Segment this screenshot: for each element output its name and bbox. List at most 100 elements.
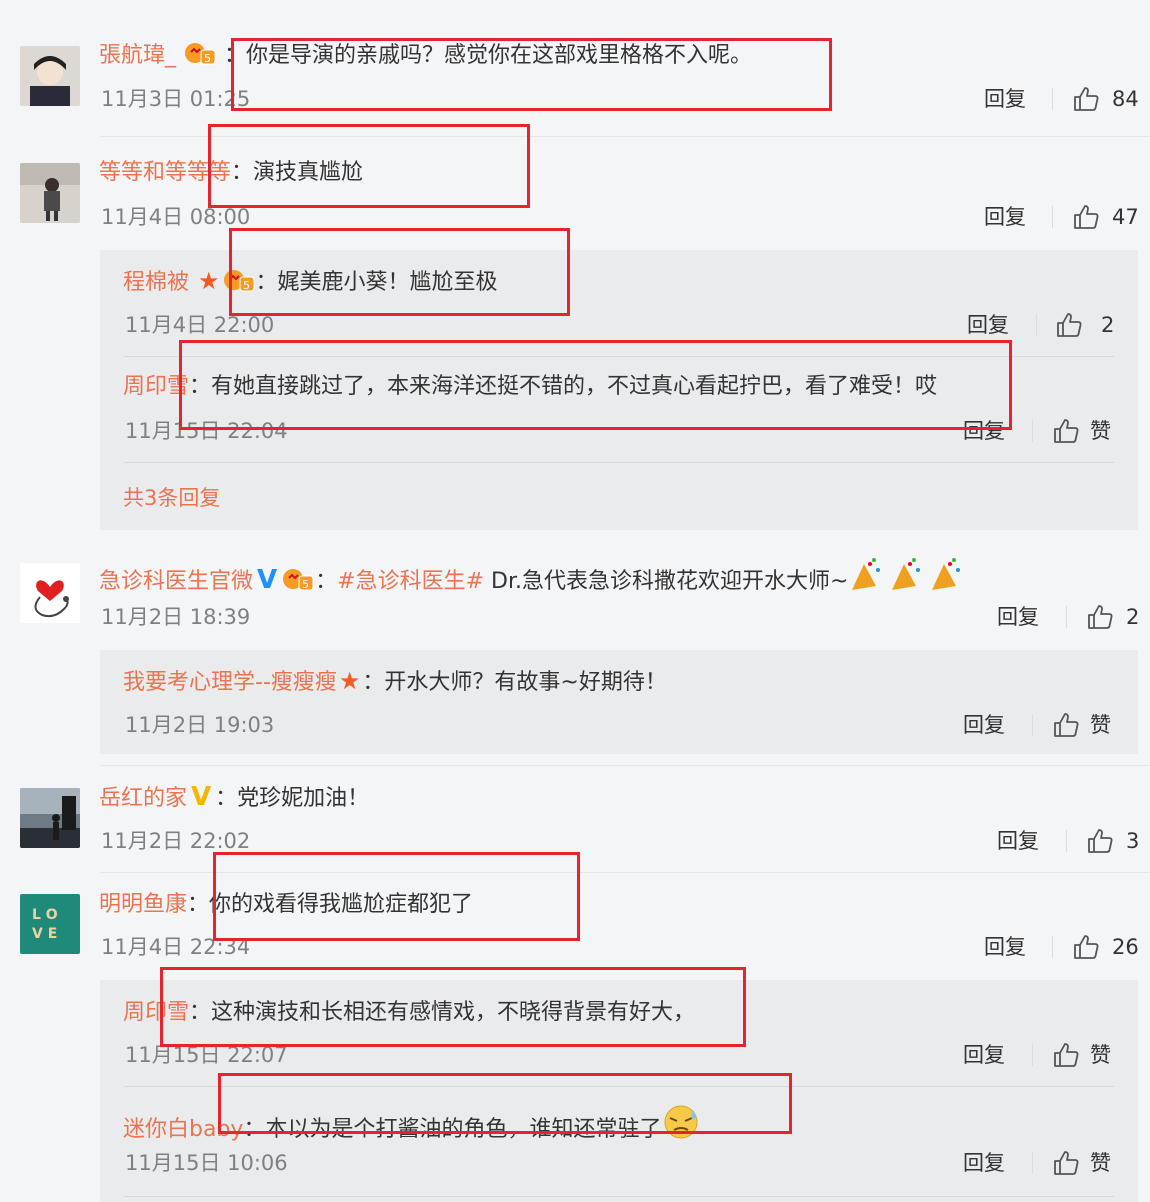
reply-button[interactable]: 回复 xyxy=(984,85,1026,113)
avatar[interactable] xyxy=(20,788,80,848)
comment-line: 明明鱼康：你的戏看得我尴尬症都犯了 xyxy=(99,892,474,917)
divider xyxy=(1052,206,1053,228)
party-popper-icon xyxy=(848,558,968,601)
comment-time: 11月4日 22:34 xyxy=(101,935,251,959)
reply-line: 程棉被 ★ 5 ：娓美鹿小葵！尴尬至极 xyxy=(123,266,498,302)
topic-link[interactable]: #急诊科医生# xyxy=(337,569,484,594)
svg-text:5: 5 xyxy=(243,279,250,292)
svg-text:5: 5 xyxy=(302,578,309,591)
like-count: 3 xyxy=(1126,829,1140,853)
comment-time: 11月2日 18:39 xyxy=(101,605,251,629)
thumbs-up-icon[interactable] xyxy=(1072,933,1100,961)
thumbs-up-icon[interactable] xyxy=(1052,417,1080,445)
like-count: 47 xyxy=(1112,205,1139,229)
reply-button[interactable]: 回复 xyxy=(997,827,1039,855)
divider xyxy=(1032,1044,1033,1066)
divider xyxy=(1032,714,1033,736)
member-badge-icon: 5 xyxy=(222,267,256,302)
comment-text: Dr.急代表急诊科撒花欢迎开水大师~ xyxy=(491,569,849,594)
thumbs-up-icon[interactable] xyxy=(1086,603,1114,631)
comment-text: 演技真尴尬 xyxy=(253,160,364,185)
username-link[interactable]: 周印雪 xyxy=(123,374,189,399)
divider xyxy=(124,356,1114,357)
username-link[interactable]: 迷你白baby xyxy=(123,1117,243,1142)
divider xyxy=(1052,936,1053,958)
reply-time: 11月15日 10:06 xyxy=(125,1151,288,1175)
divider xyxy=(1066,606,1067,628)
username-link[interactable]: 程棉被 xyxy=(123,270,189,295)
reply-time: 11月15日 22:04 xyxy=(125,419,288,443)
verified-v-icon: V xyxy=(257,565,278,595)
like-button-label[interactable]: 赞 xyxy=(1090,1041,1111,1069)
avatar[interactable] xyxy=(20,46,80,106)
comment-text: 你的戏看得我尴尬症都犯了 xyxy=(209,892,474,917)
verified-v-icon: V xyxy=(191,782,212,812)
reply-button[interactable]: 回复 xyxy=(963,1149,1005,1177)
username-link[interactable]: 周印雪 xyxy=(123,1000,189,1025)
member-badge-icon: 5 xyxy=(281,566,315,601)
reply-button[interactable]: 回复 xyxy=(967,311,1009,339)
weibo-comment-list: 張航瑋_ 5 ：你是导演的亲戚吗？感觉你在这部戏里格格不入呢。 11月3日 01… xyxy=(0,0,1150,1202)
reply-line: 周印雪：这种演技和长相还有感情戏，不晓得背景有好大， xyxy=(123,1000,696,1025)
reply-button[interactable]: 回复 xyxy=(984,203,1026,231)
thumbs-up-icon[interactable] xyxy=(1055,311,1083,339)
reply-button[interactable]: 回复 xyxy=(963,417,1005,445)
thumbs-up-icon[interactable] xyxy=(1052,1041,1080,1069)
username-link[interactable]: 急诊科医生官微 xyxy=(99,569,253,594)
more-replies-link[interactable]: 共3条回复 xyxy=(123,482,220,512)
username-link[interactable]: 我要考心理学--瘦瘦瘦 xyxy=(123,670,337,695)
thumbs-up-icon[interactable] xyxy=(1086,827,1114,855)
reply-button[interactable]: 回复 xyxy=(963,1041,1005,1069)
reply-time: 11月2日 19:03 xyxy=(125,713,275,737)
like-button-label[interactable]: 赞 xyxy=(1090,1149,1111,1177)
reply-line: 周印雪：有她直接跳过了，本来海洋还挺不错的，不过真心看起拧巴，看了难受！哎 xyxy=(123,374,938,399)
thumbs-up-icon[interactable] xyxy=(1052,711,1080,739)
like-count: 26 xyxy=(1112,935,1139,959)
sweat-emoji-icon xyxy=(661,1104,703,1149)
reply-text: 开水大师？有故事~好期待！ xyxy=(384,670,667,695)
username-link[interactable]: 岳红的家 xyxy=(99,786,187,811)
like-count: 2 xyxy=(1126,605,1140,629)
comment-time: 11月3日 01:25 xyxy=(101,87,251,111)
reply-text: 这种演技和长相还有感情戏，不晓得背景有好大， xyxy=(211,1000,696,1025)
like-count: 84 xyxy=(1112,87,1139,111)
reply-line: 迷你白baby：本以为是个打酱油的角色，谁知还常驻了 xyxy=(123,1104,703,1149)
thumbs-up-icon[interactable] xyxy=(1052,1149,1080,1177)
divider xyxy=(1036,314,1037,336)
divider xyxy=(1052,88,1053,110)
thumbs-up-icon[interactable] xyxy=(1072,203,1100,231)
avatar-text: V E xyxy=(32,926,57,942)
divider xyxy=(1032,420,1033,442)
reply-button[interactable]: 回复 xyxy=(963,711,1005,739)
comment-text: 党珍妮加油！ xyxy=(237,786,370,811)
reply-time: 11月15日 22:07 xyxy=(125,1043,288,1067)
username-link[interactable]: 明明鱼康 xyxy=(99,892,187,917)
avatar[interactable] xyxy=(20,563,80,623)
like-button-label[interactable]: 赞 xyxy=(1090,417,1111,445)
reply-text: 娓美鹿小葵！尴尬至极 xyxy=(277,270,498,295)
comment-line: 岳红的家 V ：党珍妮加油！ xyxy=(99,782,370,812)
reply-button[interactable]: 回复 xyxy=(984,933,1026,961)
star-badge-icon: ★ xyxy=(198,267,220,295)
comment-line: 等等和等等等：演技真尴尬 xyxy=(99,160,364,185)
username-link[interactable]: 張航瑋_ xyxy=(99,43,176,68)
like-count: 2 xyxy=(1101,313,1115,337)
comment-line: 張航瑋_ 5 ：你是导演的亲戚吗？感觉你在这部戏里格格不入呢。 xyxy=(99,40,752,75)
comment-line: 急诊科医生官微 V 5 ：#急诊科医生# Dr.急代表急诊科撒花欢迎开水大师~ xyxy=(99,558,968,601)
reply-text: 有她直接跳过了，本来海洋还挺不错的，不过真心看起拧巴，看了难受！哎 xyxy=(211,374,938,399)
reply-button[interactable]: 回复 xyxy=(997,603,1039,631)
reply-line: 我要考心理学--瘦瘦瘦★：开水大师？有故事~好期待！ xyxy=(123,667,667,695)
divider xyxy=(124,1196,1114,1197)
svg-text:5: 5 xyxy=(204,52,211,65)
thumbs-up-icon[interactable] xyxy=(1072,85,1100,113)
reply-time: 11月4日 22:00 xyxy=(125,313,275,337)
divider xyxy=(1066,830,1067,852)
username-link[interactable]: 等等和等等等 xyxy=(99,160,231,185)
reply-text: 本以为是个打酱油的角色，谁知还常驻了 xyxy=(265,1117,662,1142)
comment-text: 你是导演的亲戚吗？感觉你在这部戏里格格不入呢。 xyxy=(246,43,753,68)
like-button-label[interactable]: 赞 xyxy=(1090,711,1111,739)
avatar[interactable] xyxy=(20,163,80,223)
avatar[interactable]: L O V E xyxy=(20,894,80,954)
divider xyxy=(100,136,1150,137)
avatar-text: L O xyxy=(32,907,58,923)
